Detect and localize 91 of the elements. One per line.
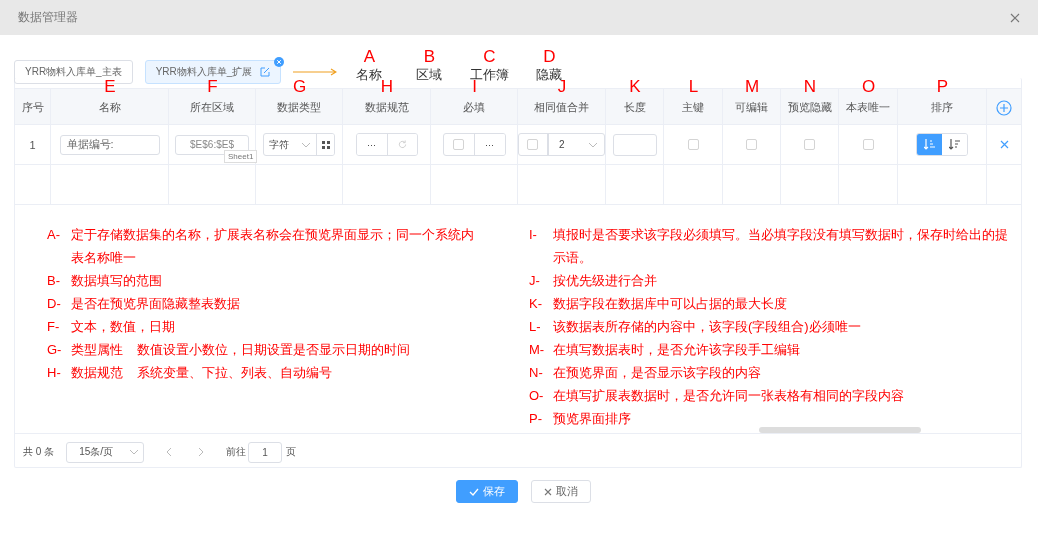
column-letter: G xyxy=(292,77,307,96)
sort-ascending-icon xyxy=(924,139,935,150)
note-letter: O- xyxy=(529,387,545,405)
note-letter: K- xyxy=(529,295,543,313)
close-icon xyxy=(543,487,552,496)
annotation-letter: D xyxy=(543,48,556,66)
note-letter: J- xyxy=(529,272,541,290)
page-field[interactable]: 1 xyxy=(248,441,283,463)
note-text: 该数据表所存储的内容中，该字段(字段组合)必须唯一 xyxy=(553,318,862,336)
window-title: 数据管理器 xyxy=(18,9,78,26)
note-letter: B- xyxy=(47,272,61,290)
refresh-icon xyxy=(397,140,407,149)
column-letter: M xyxy=(744,77,760,96)
note-letter: D- xyxy=(47,295,62,313)
scrollbar-thumb[interactable] xyxy=(759,427,921,433)
page-label: 页 xyxy=(286,445,297,459)
column-letter: H xyxy=(380,77,394,96)
note-text: 文本，数值，日期 xyxy=(71,318,176,336)
add-icon[interactable] xyxy=(996,99,1012,116)
column-header: 本表唯一 xyxy=(846,100,890,115)
checkbox[interactable] xyxy=(862,139,874,150)
checkbox[interactable] xyxy=(804,139,815,150)
annotation-label: 工作簿 xyxy=(469,66,509,82)
column-header: 主键 xyxy=(682,100,704,115)
checkbox[interactable] xyxy=(453,139,464,150)
note-text: 类型属性 数值设置小数位，日期设置是否显示日期的时间 xyxy=(71,341,412,359)
annotation-letter: A xyxy=(363,48,376,66)
column-letter: K xyxy=(629,77,641,96)
chevron-down-icon xyxy=(588,141,598,148)
note-text: 按优先级进行合并 xyxy=(553,272,658,290)
note-text: 定于存储数据集的名称，扩展表名称会在预览界面显示；同一个系统内表名称唯一 xyxy=(71,226,475,267)
refresh-button[interactable] xyxy=(386,134,417,155)
note-letter: N- xyxy=(529,364,544,382)
length-field[interactable] xyxy=(612,133,657,156)
column-header: 所在区域 xyxy=(190,100,234,115)
note-letter: M- xyxy=(529,341,546,359)
name-field[interactable]: 单据编号: xyxy=(59,134,160,155)
note-text: 数据字段在数据库中可以占据的最大长度 xyxy=(553,295,788,313)
note-letter: H- xyxy=(47,364,62,382)
delete-icon[interactable] xyxy=(999,140,1009,149)
sort-ascending-button[interactable] xyxy=(917,134,942,155)
column-header: 必填 xyxy=(463,100,485,115)
total-count: 共 0 条 xyxy=(23,445,55,459)
column-header: 名称 xyxy=(98,100,121,115)
close-icon[interactable] xyxy=(274,57,285,67)
chevron-down-icon xyxy=(129,449,140,455)
column-header: 数据规范 xyxy=(364,100,409,115)
note-text: 填报时是否要求该字段必须填写。当必填字段没有填写数据时，保存时给出的提示语。 xyxy=(553,226,1009,267)
note-letter: F- xyxy=(47,318,61,336)
checkbox[interactable] xyxy=(527,139,539,150)
page-size-select[interactable]: 15条/页 xyxy=(66,441,145,463)
column-header: 可编辑 xyxy=(735,100,768,115)
column-header: 长度 xyxy=(623,100,646,115)
column-header: 数据类型 xyxy=(277,100,321,115)
edit-icon[interactable] xyxy=(260,67,271,77)
note-text: 在填写数据表时，是否允许该字段手工编辑 xyxy=(553,341,801,359)
note-letter: I- xyxy=(529,226,538,244)
annotation-label: 名称 xyxy=(356,66,383,82)
column-letter: O xyxy=(861,77,876,96)
column-letter: N xyxy=(803,77,817,96)
column-header: 预览隐藏 xyxy=(787,100,832,115)
sort-descending-icon xyxy=(949,139,960,150)
column-letter: P xyxy=(936,77,949,96)
column-letter: L xyxy=(688,77,699,96)
check-icon xyxy=(468,487,479,496)
column-header: 相同值合并 xyxy=(534,100,589,115)
next-page-icon[interactable] xyxy=(198,447,205,457)
note-letter: L- xyxy=(529,318,542,336)
row-number: 1 xyxy=(29,138,36,151)
note-text: 预览界面排序 xyxy=(553,410,632,428)
column-header: 序号 xyxy=(21,100,44,115)
note-text: 在预览界面，是否显示该字段的内容 xyxy=(553,364,762,382)
note-text: 数据填写的范围 xyxy=(71,272,163,290)
note-text: 在填写扩展表数据时，是否允许同一张表格有相同的字段内容 xyxy=(553,387,905,405)
annotation-letter: B xyxy=(423,48,436,66)
close-icon[interactable] xyxy=(1010,12,1020,23)
checkbox[interactable] xyxy=(746,139,757,150)
note-text: 是否在预览界面隐藏整表数据 xyxy=(71,295,241,313)
annotation-letter: C xyxy=(483,48,496,66)
tooltip: Sheet1 xyxy=(224,150,258,163)
annotation-label: 区域 xyxy=(416,66,443,84)
note-text: 数据规范 系统变量、下拉、列表、自动编号 xyxy=(71,364,334,382)
note-letter: A- xyxy=(47,226,61,244)
checkbox[interactable] xyxy=(687,139,699,150)
previous-page-icon[interactable] xyxy=(166,447,173,457)
arrow-icon xyxy=(293,68,338,76)
note-letter: G- xyxy=(47,341,63,359)
cancel-button[interactable]: 取消 xyxy=(530,480,591,503)
note-letter: P- xyxy=(529,410,543,428)
column-header: 排序 xyxy=(931,100,953,115)
goto-label: 前往 xyxy=(226,445,247,459)
